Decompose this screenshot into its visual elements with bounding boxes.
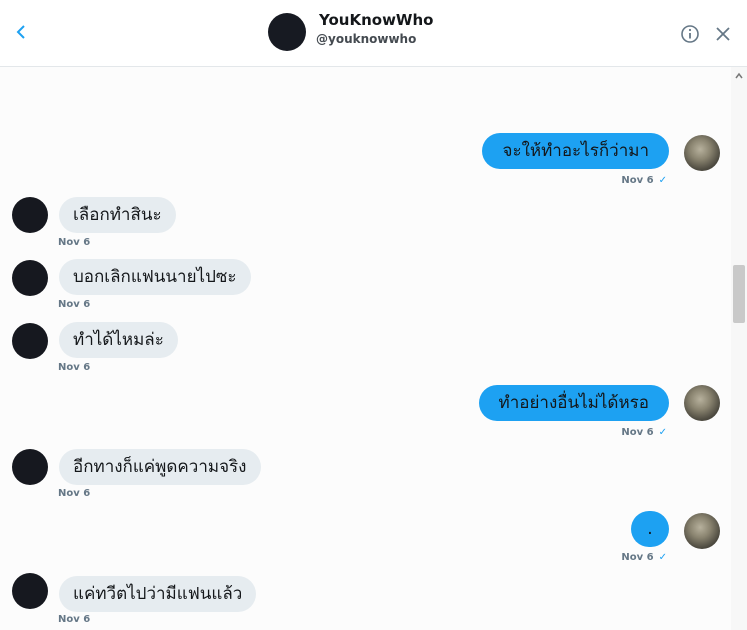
message-text: . (647, 519, 653, 539)
message-timestamp: Nov 6 (58, 488, 91, 499)
sender-avatar[interactable] (684, 513, 720, 549)
message-timestamp: Nov 6 (58, 299, 91, 310)
contact-avatar[interactable] (268, 13, 306, 51)
message-text: แค่ทวีตไปว่ามีแฟนแล้ว (73, 584, 243, 604)
contact-avatar[interactable] (12, 573, 48, 609)
message-text: อีกทางก็แค่พูดความจริง (73, 457, 247, 477)
message-text: ทำได้ไหมล่ะ (73, 330, 164, 350)
message-bubble-incoming[interactable]: เลือกทำสินะ (59, 197, 176, 233)
message-thread[interactable]: จะให้ทำอะไรก็ว่ามา Nov 6 ✓ เลือกทำสินะ No… (0, 67, 731, 630)
read-receipt-icon: ✓ (658, 427, 667, 438)
message-timestamp: Nov 6 ✓ (621, 552, 667, 563)
contact-avatar[interactable] (12, 260, 48, 296)
back-chevron-icon (16, 25, 25, 39)
close-button[interactable] (713, 24, 733, 44)
message-bubble-incoming[interactable]: ทำได้ไหมล่ะ (59, 322, 178, 358)
message-bubble-incoming[interactable]: อีกทางก็แค่พูดความจริง (59, 449, 261, 485)
message-text: บอกเลิกแฟนนายไปซะ (73, 267, 237, 287)
back-button[interactable] (10, 21, 32, 43)
sender-avatar[interactable] (684, 385, 720, 421)
message-bubble-outgoing[interactable]: จะให้ทำอะไรก็ว่ามา (482, 133, 669, 169)
contact-avatar[interactable] (12, 323, 48, 359)
message-bubble-outgoing[interactable]: ทำอย่างอื่นไม่ได้หรอ (478, 385, 669, 421)
message-bubble-outgoing[interactable]: . (631, 511, 669, 547)
message-timestamp: Nov 6 (58, 614, 91, 625)
scrollbar-thumb[interactable] (733, 265, 745, 323)
info-icon (681, 25, 699, 43)
contact-avatar[interactable] (12, 197, 48, 233)
message-bubble-incoming[interactable]: แค่ทวีตไปว่ามีแฟนแล้ว (59, 576, 257, 612)
message-timestamp: Nov 6 ✓ (621, 175, 667, 186)
contact-handle: @youknowwho (316, 32, 417, 46)
contact-name[interactable]: YouKnowWho (319, 11, 433, 29)
scroll-up-arrow-icon[interactable] (734, 71, 744, 81)
info-button[interactable] (680, 24, 700, 44)
message-timestamp: Nov 6 (58, 362, 91, 373)
message-timestamp: Nov 6 ✓ (621, 427, 667, 438)
sender-avatar[interactable] (684, 135, 720, 171)
conversation-header: YouKnowWho @youknowwho (0, 0, 747, 67)
read-receipt-icon: ✓ (658, 552, 667, 563)
read-receipt-icon: ✓ (658, 175, 667, 186)
contact-avatar[interactable] (12, 449, 48, 485)
message-text: ทำอย่างอื่นไม่ได้หรอ (498, 393, 650, 413)
message-text: จะให้ทำอะไรก็ว่ามา (502, 141, 649, 161)
message-bubble-incoming[interactable]: บอกเลิกแฟนนายไปซะ (59, 259, 251, 295)
message-timestamp: Nov 6 (58, 237, 91, 248)
close-icon (716, 27, 730, 41)
scrollbar[interactable] (731, 67, 747, 630)
message-text: เลือกทำสินะ (73, 205, 162, 225)
